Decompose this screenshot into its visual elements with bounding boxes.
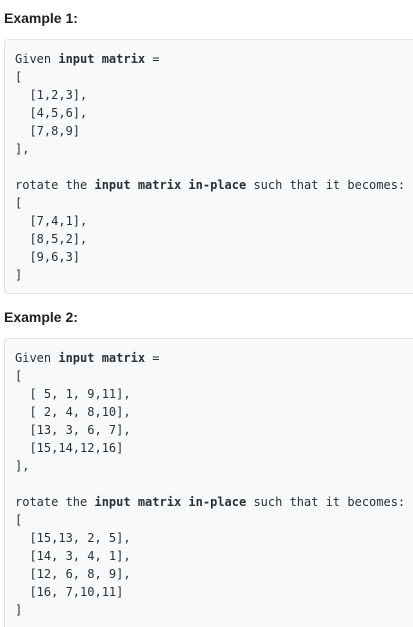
code-keyword: input matrix <box>94 178 182 192</box>
example-2-heading: Example 2: <box>4 309 78 325</box>
code-keyword: input matrix <box>58 52 146 66</box>
code-line: ] <box>15 268 23 282</box>
code-line: [15,14,12,16] <box>15 441 124 455</box>
code-line: ], <box>15 459 30 473</box>
code-line: [ 2, 4, 8,10], <box>15 405 131 419</box>
code-line: [ 5, 1, 9,11], <box>15 387 131 401</box>
code-keyword: in-place <box>188 495 247 509</box>
code-line: [7,4,1], <box>15 214 88 228</box>
code-line: [15,13, 2, 5], <box>15 531 131 545</box>
example-1-heading: Example 1: <box>4 10 78 26</box>
code-keyword: input matrix <box>58 351 146 365</box>
code-line: rotate the input matrix in-place such th… <box>15 495 406 509</box>
code-line: [9,6,3] <box>15 250 81 264</box>
code-line: [7,8,9] <box>15 124 81 138</box>
code-line: Given input matrix = <box>15 351 160 365</box>
code-line: [ <box>15 513 23 527</box>
code-line: ] <box>15 603 23 617</box>
code-line: [ <box>15 369 23 383</box>
example-2-code-block: Given input matrix = [ [ 5, 1, 9,11], [ … <box>4 338 413 627</box>
code-line: [ <box>15 196 23 210</box>
code-line: [12, 6, 8, 9], <box>15 567 131 581</box>
example-1-code-block: Given input matrix = [ [1,2,3], [4,5,6],… <box>4 39 413 294</box>
code-line: Given input matrix = <box>15 52 160 66</box>
code-keyword: input matrix <box>94 495 182 509</box>
code-line: [ <box>15 70 23 84</box>
example-1-code: Given input matrix = [ [1,2,3], [4,5,6],… <box>15 50 405 284</box>
code-line: [14, 3, 4, 1], <box>15 549 131 563</box>
code-line: ], <box>15 142 30 156</box>
code-line: [1,2,3], <box>15 88 88 102</box>
code-line: [13, 3, 6, 7], <box>15 423 131 437</box>
code-line: [16, 7,10,11] <box>15 585 124 599</box>
code-keyword: in-place <box>188 178 247 192</box>
code-line: rotate the input matrix in-place such th… <box>15 178 406 192</box>
code-line: [8,5,2], <box>15 232 88 246</box>
example-2-code: Given input matrix = [ [ 5, 1, 9,11], [ … <box>15 349 405 619</box>
code-line: [4,5,6], <box>15 106 88 120</box>
